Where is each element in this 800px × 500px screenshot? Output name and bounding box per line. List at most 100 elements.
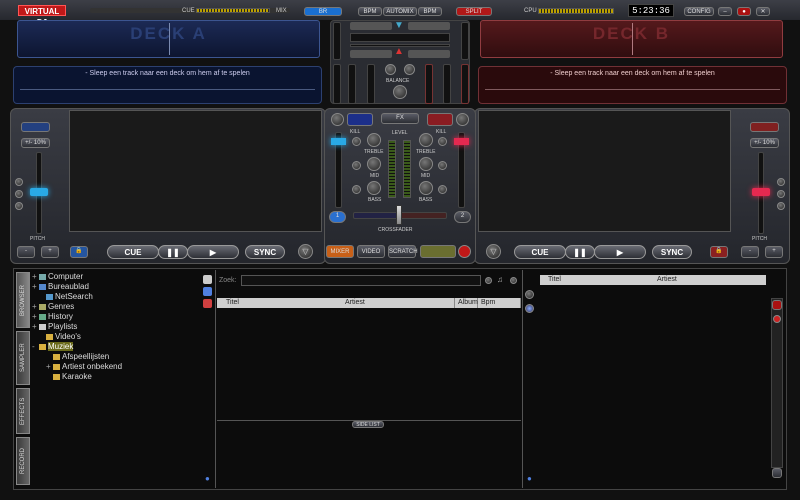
deck-a-bass-knob[interactable] — [367, 181, 381, 195]
tree-item[interactable]: + History — [32, 312, 212, 322]
bpm-right-button[interactable]: BPM — [418, 7, 442, 16]
karaoke-toggle-icon[interactable] — [525, 304, 534, 313]
tree-info-icon[interactable]: ● — [205, 474, 210, 483]
deck-b-volume-thumb[interactable] — [454, 138, 469, 145]
deck-a-minus-button[interactable]: - — [17, 246, 35, 258]
deck-a-cue-fader[interactable] — [367, 64, 375, 104]
clear-search-icon[interactable] — [510, 277, 517, 284]
sync-up-arrow-icon[interactable]: ▲ — [394, 46, 404, 57]
tree-expander[interactable]: - — [32, 342, 39, 352]
deck-b-play-button[interactable]: ▶ — [594, 245, 646, 259]
deck-b-waveform[interactable]: DECK B — [480, 20, 783, 58]
deck-a-pitch-range[interactable]: +/- 10% — [21, 138, 50, 148]
deck-a-kill-treble[interactable] — [352, 137, 361, 146]
split-button[interactable]: SPLIT — [456, 7, 492, 16]
mixer-tab[interactable]: MIXER — [326, 245, 354, 258]
deck-a-pitch-bend-1[interactable] — [15, 178, 23, 186]
minimize-button[interactable]: – — [718, 7, 732, 16]
deck-b-sync-button[interactable]: SYNC — [652, 245, 692, 259]
col-header-artist[interactable]: Artiest — [342, 298, 455, 308]
loop-left-buttons[interactable] — [350, 22, 392, 30]
playlist-toggle-icon[interactable] — [525, 290, 534, 299]
deck-a-settings-icon[interactable]: ▽ — [298, 244, 313, 259]
search-input[interactable] — [241, 275, 481, 286]
loop-right-buttons-2[interactable] — [408, 50, 450, 58]
deck-a-waveform[interactable]: DECK A — [17, 20, 320, 58]
col-header-bpm[interactable]: Bpm — [478, 298, 521, 308]
deck-b-pitch-bend-2[interactable] — [777, 190, 785, 198]
right-col-header-artist[interactable]: Artiest — [654, 275, 766, 285]
deck-b-pitch-thumb[interactable] — [752, 188, 770, 196]
deck-a-number-button[interactable]: 1 — [329, 211, 346, 223]
record-tab[interactable]: RECORD — [16, 437, 30, 485]
deck-a-level-fader[interactable] — [348, 64, 356, 104]
deck-a-kill-bass[interactable] — [352, 185, 361, 194]
loop-right-buttons[interactable] — [408, 22, 450, 30]
deck-a-volume-thumb[interactable] — [331, 138, 346, 145]
deck-b-gain-knob[interactable] — [456, 113, 469, 126]
deck-b-pitch-range[interactable]: +/- 10% — [750, 138, 779, 148]
browser-mode-button[interactable]: BR — [304, 7, 342, 16]
deck-a-kill-mid[interactable] — [352, 161, 361, 170]
deck-b-cue-button[interactable]: CUE — [514, 245, 566, 259]
deck-a-pitch-bend-3[interactable] — [15, 202, 23, 210]
deck-b-number-button[interactable]: 2 — [454, 211, 471, 223]
deck-b-pitch-bend-1[interactable] — [777, 178, 785, 186]
deck-a-gain-knob[interactable] — [331, 113, 344, 126]
tree-item[interactable]: - Muziek — [32, 342, 212, 352]
deck-a-play-button[interactable]: ▶ — [187, 245, 239, 259]
balance-knob[interactable] — [393, 85, 407, 99]
tree-item[interactable]: Karaoke — [32, 372, 212, 382]
deck-b-pitch-bend-3[interactable] — [777, 202, 785, 210]
right-info-icon[interactable]: ● — [527, 474, 532, 483]
browser-tab[interactable]: BROWSER — [16, 272, 30, 328]
right-list-area[interactable] — [540, 286, 766, 486]
deck-b-settings-icon[interactable]: ▽ — [486, 244, 501, 259]
deck-b-kill-mid[interactable] — [438, 161, 447, 170]
sampler-tab[interactable]: SAMPLER — [16, 331, 30, 385]
deck-a-gain-fader[interactable] — [333, 64, 341, 104]
config-button[interactable]: CONFIG — [684, 7, 714, 16]
deck-a-sync-button[interactable]: SYNC — [245, 245, 285, 259]
record-indicator-button[interactable]: ● — [737, 7, 751, 16]
tree-item[interactable]: + Genres — [32, 302, 212, 312]
tree-expander[interactable]: + — [32, 272, 39, 282]
deck-b-gain-fader[interactable] — [461, 64, 469, 104]
tree-item[interactable]: + Artiest onbekend — [32, 362, 212, 372]
tree-expander[interactable]: + — [46, 362, 53, 372]
deck-b-pause-button[interactable]: ❚❚ — [565, 245, 595, 259]
deck-b-bass-knob[interactable] — [419, 181, 433, 195]
deck-a-lock-button[interactable]: 🔒 — [70, 246, 88, 258]
deck-a-master-volume[interactable] — [333, 22, 341, 60]
side-list-label[interactable]: SIDE LIST — [352, 421, 384, 428]
video-tab[interactable]: VIDEO — [357, 245, 385, 258]
deck-b-kill-bass[interactable] — [438, 185, 447, 194]
scroll-up-button[interactable] — [772, 300, 782, 310]
scroll-down-button[interactable] — [772, 468, 782, 478]
effects-tab[interactable]: EFFECTS — [16, 388, 30, 434]
file-info-icon[interactable]: ♫ — [497, 275, 503, 284]
deck-b-level-fader[interactable] — [443, 64, 451, 104]
sync-down-arrow-icon[interactable]: ▼ — [394, 20, 404, 31]
deck-b-plus-button[interactable]: + — [765, 246, 783, 258]
tree-item[interactable]: Video's — [32, 332, 212, 342]
remove-folder-icon[interactable] — [203, 299, 212, 308]
deck-a-treble-knob[interactable] — [367, 133, 381, 147]
tree-expander[interactable]: + — [32, 312, 39, 322]
deck-b-mid-knob[interactable] — [419, 157, 433, 171]
tree-item[interactable]: NetSearch — [32, 292, 212, 302]
deck-a-pitch-bend-2[interactable] — [15, 190, 23, 198]
right-col-header-title[interactable]: Titel — [545, 275, 655, 285]
col-header-title[interactable]: Titel — [223, 298, 343, 308]
next-button[interactable] — [404, 64, 415, 75]
prev-button[interactable] — [385, 64, 396, 75]
side-list-area[interactable] — [217, 428, 521, 486]
record-mini-button[interactable] — [458, 245, 471, 258]
add-favorite-icon[interactable] — [203, 287, 212, 296]
deck-b-master-volume[interactable] — [461, 22, 469, 60]
automix-button[interactable]: AUTOMIX — [383, 7, 417, 16]
crossfader-thumb[interactable] — [396, 205, 402, 225]
deck-b-treble-knob[interactable] — [419, 133, 433, 147]
tree-expander[interactable]: + — [32, 302, 39, 312]
bpm-left-button[interactable]: BPM — [358, 7, 382, 16]
